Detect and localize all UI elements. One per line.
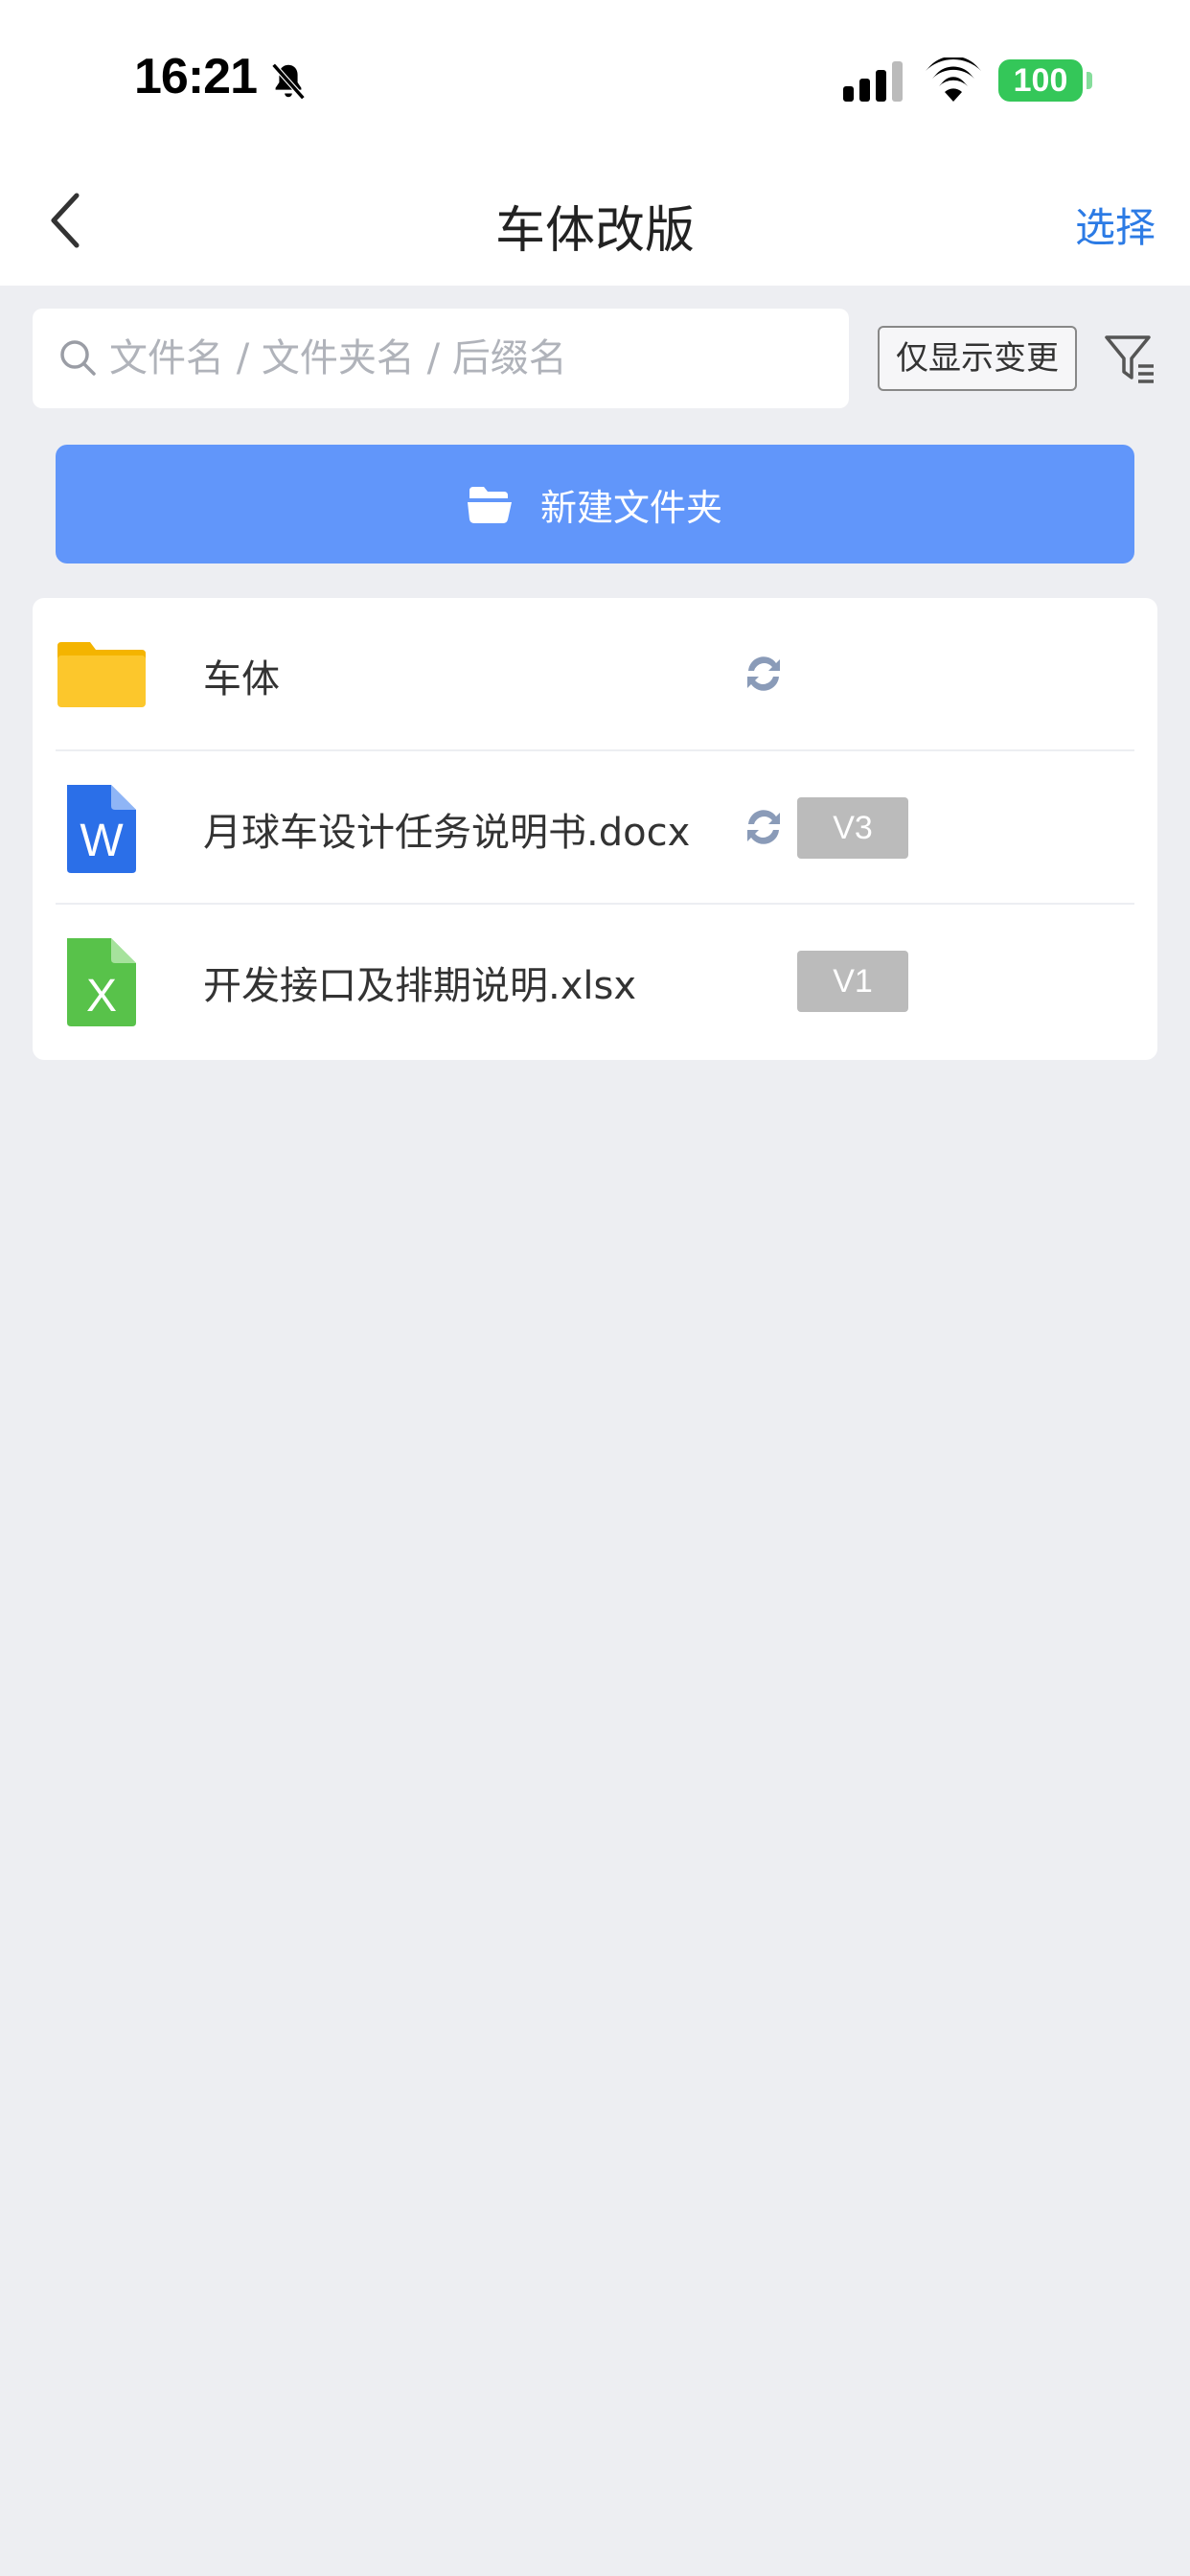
version-badge: V1 [797, 951, 908, 1012]
select-button[interactable]: 选择 [1075, 196, 1156, 254]
search-input[interactable] [109, 309, 818, 408]
filter-list-icon[interactable] [1104, 334, 1156, 385]
list-item-excel-sheet[interactable]: X 开发接口及排期说明.xlsx V1 [56, 905, 1134, 1058]
list-item-word-doc[interactable]: W 月球车设计任务说明书.docx V3 [56, 751, 1134, 905]
bell-muted-icon [271, 62, 306, 101]
wifi-icon [926, 58, 981, 102]
word-doc-icon: W [67, 785, 136, 873]
folder-icon [57, 642, 146, 707]
sync-icon [747, 656, 780, 691]
version-badge: V3 [797, 797, 908, 859]
status-bar: 16:21 100 [0, 0, 1190, 153]
status-time: 16:21 [134, 49, 258, 104]
sync-icon [747, 810, 780, 844]
svg-text:X: X [86, 971, 117, 1022]
list-item-folder[interactable]: 车体 [56, 598, 1134, 751]
battery-tip [1087, 72, 1092, 89]
search-box[interactable] [33, 309, 849, 408]
page-title: 车体改版 [494, 202, 695, 260]
show-changes-only-button[interactable]: 仅显示变更 [878, 326, 1077, 391]
file-name: 车体 [203, 657, 280, 702]
file-list: 车体 W 月球车设计任务说明书.docx V3 X 开发接口及排期说明.xlsx… [33, 598, 1157, 1060]
new-folder-button[interactable]: 新建文件夹 [56, 445, 1134, 564]
file-name: 开发接口及排期说明.xlsx [203, 964, 637, 1008]
file-name: 月球车设计任务说明书.docx [203, 811, 691, 855]
folder-open-icon [467, 487, 512, 523]
battery-icon: 100 [998, 59, 1083, 102]
search-icon [60, 340, 96, 376]
excel-sheet-icon: X [67, 938, 136, 1026]
nav-bar: 车体改版 选择 [0, 153, 1190, 286]
svg-text:W: W [80, 816, 124, 866]
cellular-signal-icon [843, 61, 903, 102]
new-folder-label: 新建文件夹 [539, 486, 722, 529]
